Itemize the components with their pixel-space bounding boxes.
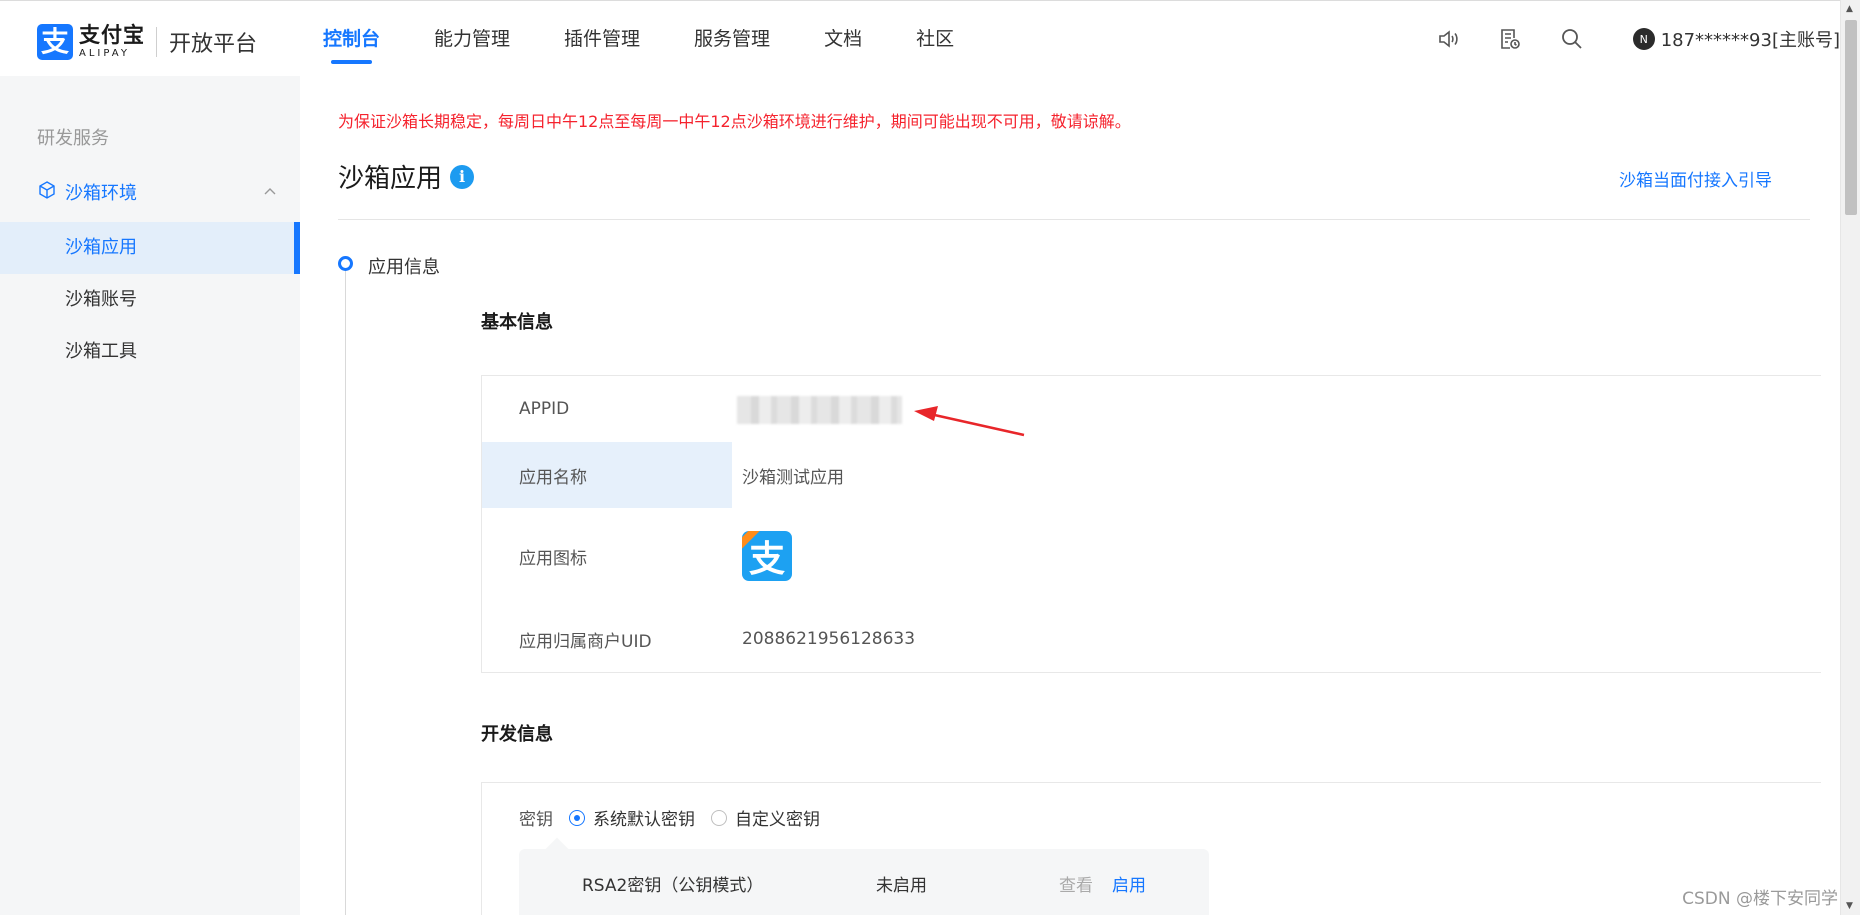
- info-value: 2088621956128633: [742, 629, 916, 649]
- title-divider: [338, 219, 1810, 220]
- avatar: N: [1632, 28, 1655, 50]
- logo-name-en: ALIPAY: [79, 48, 130, 59]
- scroll-down-icon[interactable]: ▼: [1846, 901, 1853, 911]
- info-row-appid: APPID: [482, 376, 1822, 442]
- info-value: 沙箱测试应用: [742, 467, 844, 488]
- header-tools: N 187******93[主账号]: [1399, 1, 1840, 77]
- sidebar-item-sandbox-tools[interactable]: 沙箱工具: [0, 326, 300, 378]
- info-value: 支: [742, 508, 792, 604]
- sidebar-item-sandbox-app[interactable]: 沙箱应用: [0, 222, 300, 274]
- speaker-icon[interactable]: [1435, 26, 1461, 52]
- guide-link[interactable]: 沙箱当面付接入引导: [1619, 166, 1772, 191]
- notice-list-icon[interactable]: [1497, 26, 1523, 52]
- logo-text: 支付宝 ALIPAY: [79, 25, 145, 59]
- nav-plugin-management[interactable]: 插件管理: [564, 1, 640, 77]
- view-key-link[interactable]: 查看: [1059, 871, 1093, 896]
- top-header: 支 支付宝 ALIPAY 开放平台 控制台 能力管理 插件管理 服务管理 文档 …: [0, 0, 1840, 76]
- logo-divider: [156, 27, 157, 57]
- key-type-row: 密钥 系统默认密钥 自定义密钥: [519, 805, 820, 830]
- chevron-up-icon[interactable]: [262, 184, 278, 204]
- info-key: 应用名称: [482, 442, 732, 508]
- sidebar-section-sandbox[interactable]: 沙箱环境: [0, 172, 300, 212]
- info-row-app-icon: 应用图标 支: [482, 508, 1822, 604]
- dev-info-title: 开发信息: [481, 724, 553, 745]
- key-status: 未启用: [876, 876, 927, 896]
- radio-label: 自定义密钥: [735, 810, 820, 830]
- basic-info-table: APPID 应用名称 沙箱测试应用 应用图标 支 应用归属商户UID 20886…: [481, 375, 1821, 673]
- sidebar-item-sandbox-account[interactable]: 沙箱账号: [0, 274, 300, 326]
- radio-circle: [569, 809, 585, 826]
- user-name: 187******93[主账号]: [1660, 30, 1840, 51]
- scroll-up-icon[interactable]: ▲: [1846, 4, 1853, 14]
- sidebar: 研发服务 沙箱环境 沙箱应用 沙箱账号 沙箱工具: [0, 76, 300, 915]
- step-label: 应用信息: [368, 257, 440, 278]
- appid-value-blurred: [737, 396, 902, 424]
- radio-label: 系统默认密钥: [593, 810, 695, 830]
- nav-console[interactable]: 控制台: [323, 1, 380, 77]
- alipay-logo[interactable]: 支 支付宝 ALIPAY 开放平台: [37, 24, 257, 60]
- nav-docs[interactable]: 文档: [824, 1, 862, 77]
- watermark: CSDN @楼下安同学: [1682, 889, 1838, 909]
- sidebar-section-label: 沙箱环境: [65, 183, 137, 204]
- key-panel: RSA2密钥（公钥模式） 未启用 查看 启用: [519, 849, 1209, 915]
- alipay-logo-mark: 支: [37, 24, 73, 60]
- alipay-app-icon: 支: [742, 531, 792, 581]
- nav-community[interactable]: 社区: [916, 1, 954, 77]
- scroll-thumb[interactable]: [1845, 20, 1857, 215]
- basic-info-title: 基本信息: [481, 312, 553, 333]
- user-account[interactable]: N 187******93[主账号]: [1632, 26, 1840, 52]
- info-row-app-name: 应用名称 沙箱测试应用: [482, 442, 1822, 508]
- info-key: 应用图标: [519, 548, 587, 569]
- nav-service-management[interactable]: 服务管理: [694, 1, 770, 77]
- box-icon: [37, 180, 57, 204]
- info-key: APPID: [519, 399, 570, 419]
- search-icon[interactable]: [1559, 26, 1585, 52]
- dev-info-panel: 密钥 系统默认密钥 自定义密钥 RSA2密钥（公钥模式） 未启用 查看 启用: [481, 782, 1821, 915]
- page-title-text: 沙箱应用: [338, 164, 443, 194]
- radio-circle: [711, 809, 727, 826]
- timeline-line: [345, 266, 346, 915]
- key-label: 密钥: [519, 810, 553, 830]
- page-scrollbar[interactable]: ▲ ▼: [1840, 0, 1860, 915]
- enable-key-link[interactable]: 启用: [1112, 871, 1146, 896]
- info-icon[interactable]: i: [450, 164, 475, 189]
- radio-custom-key[interactable]: 自定义密钥: [711, 805, 820, 830]
- main-nav: 控制台 能力管理 插件管理 服务管理 文档 社区: [323, 1, 1008, 77]
- nav-capability-management[interactable]: 能力管理: [434, 1, 510, 77]
- app-icon-glyph: 支: [748, 539, 785, 580]
- sidebar-group-title: 研发服务: [37, 128, 109, 149]
- logo-name-cn: 支付宝: [79, 23, 145, 47]
- platform-name: 开放平台: [169, 32, 258, 57]
- info-row-merchant-uid: 应用归属商户UID 2088621956128633: [482, 604, 1822, 674]
- page-title: 沙箱应用 i: [338, 158, 475, 195]
- info-key: 应用归属商户UID: [519, 631, 652, 652]
- timeline-dot: [338, 256, 353, 271]
- maintenance-notice: 为保证沙箱长期稳定，每周日中午12点至每周一中午12点沙箱环境进行维护，期间可能…: [338, 112, 1131, 131]
- key-name: RSA2密钥（公钥模式）: [582, 876, 764, 896]
- main-content: 为保证沙箱长期稳定，每周日中午12点至每周一中午12点沙箱环境进行维护，期间可能…: [300, 76, 1840, 915]
- radio-default-key[interactable]: 系统默认密钥: [569, 805, 695, 830]
